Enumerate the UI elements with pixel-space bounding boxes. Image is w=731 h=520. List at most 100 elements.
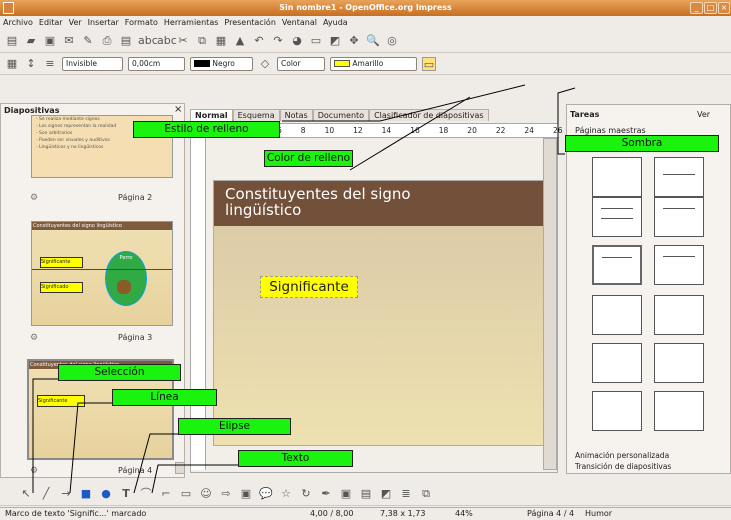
layout-title-only[interactable] [654,157,704,197]
slide-thumbnail-3[interactable]: Constituyentes del signo lingüístico Sig… [31,221,173,326]
cut-icon[interactable]: ✂ [176,34,190,48]
arrow-style-icon[interactable]: ↕ [24,57,38,71]
open-folder-icon[interactable]: ▰ [24,34,38,48]
format-paint-icon[interactable]: ▲ [233,34,247,48]
line-style-select[interactable]: Invisible [62,56,123,71]
layout-selected[interactable] [592,245,642,285]
maximize-button[interactable]: □ [704,2,717,14]
redo-icon[interactable]: ↷ [271,34,285,48]
align-icon[interactable]: ≣ [399,487,413,501]
layout-two-columns[interactable] [654,197,704,237]
undo-icon[interactable]: ↶ [252,34,266,48]
connector-icon[interactable]: ⌐ [159,487,173,501]
fontwork-icon[interactable]: ✒ [319,487,333,501]
copy-icon[interactable]: ⧉ [195,34,209,48]
block-arrows-icon[interactable]: ⇨ [219,487,233,501]
symbol-shapes-icon[interactable]: ☺ [199,487,213,501]
layout-text-chart[interactable] [654,343,704,383]
spellcheck-icon[interactable]: abc [138,34,158,48]
slide4-significante: Significante [37,395,85,407]
fill-color-select[interactable]: Amarillo [330,56,417,71]
layout-chart[interactable] [592,295,642,335]
print-icon[interactable]: ▤ [119,34,133,48]
close-button[interactable]: × [718,2,730,14]
menu-ver[interactable]: Ver [69,16,82,30]
panel-scroll-down[interactable] [175,462,185,474]
line-icon[interactable]: ≡ [43,57,57,71]
slide3-divider [32,269,172,270]
menu-formato[interactable]: Formato [125,16,158,30]
callout-shadow-text: Sombra [621,137,663,149]
edit-file-icon[interactable]: ✎ [81,34,95,48]
menu-ventana[interactable]: Ventanal [282,16,317,30]
significante-textbox[interactable]: Significante [260,276,358,298]
status-zoom[interactable]: 44% [455,508,485,519]
layout-title-centered[interactable] [654,245,704,285]
text-tool-icon[interactable]: T [119,487,133,501]
app-icon[interactable] [3,2,14,14]
tab-documento[interactable]: Documento [312,109,370,121]
extrusion-icon[interactable]: ◩ [379,487,393,501]
line-fill-toolbar: ▦ ↕ ≡ Invisible 0,00cm Negro ◇ Color Ama… [0,53,731,75]
zoom-icon[interactable]: 🔍 [366,34,380,48]
curve-icon[interactable]: ⌒ [139,487,153,501]
callouts-icon[interactable]: 💬 [259,487,273,501]
help-icon[interactable]: ◎ [385,34,399,48]
menu-ayuda[interactable]: Ayuda [323,16,348,30]
export-pdf-icon[interactable]: ⎙ [100,34,114,48]
ellipse-icon[interactable]: ● [99,487,113,501]
line-width-field[interactable]: 0,00cm [128,56,185,71]
flowchart-icon[interactable]: ▣ [239,487,253,501]
layout-chart-text[interactable] [654,391,704,431]
slide-transition-section[interactable]: Transición de diapositivas [575,462,671,471]
stars-icon[interactable]: ☆ [279,487,293,501]
menu-archivo[interactable]: Archivo [3,16,33,30]
select-arrow-icon[interactable]: ↖ [19,487,33,501]
email-icon[interactable]: ✉ [62,34,76,48]
arrow-line-icon[interactable]: → [59,487,73,501]
layout-blank[interactable] [592,157,642,197]
close-panel-icon[interactable]: × [174,104,182,115]
menu-insertar[interactable]: Insertar [88,16,119,30]
arrange-icon[interactable]: ⧉ [419,487,433,501]
shadow-button[interactable]: ▭ [422,56,436,71]
slide-canvas[interactable]: Constituyentes del signo lingüístico Sig… [213,180,545,446]
line-tool-icon[interactable]: ╱ [39,487,53,501]
save-icon[interactable]: ▣ [43,34,57,48]
show-draw-functions-icon[interactable]: ◩ [328,34,342,48]
layout-table[interactable] [654,295,704,335]
layout-text-image[interactable] [592,391,642,431]
fill-type-select[interactable]: Color [277,56,325,71]
paste-icon[interactable]: ▦ [214,34,228,48]
slide3-title: Constituyentes del signo lingüístico [32,222,172,230]
autospell-icon[interactable]: abc [157,34,177,48]
tasks-view-menu[interactable]: Ver [697,110,710,119]
tab-esquema[interactable]: Esquema [232,109,280,121]
minimize-button[interactable]: _ [690,2,703,14]
line-width-value: 0,00cm [132,58,161,68]
tab-notas[interactable]: Notas [279,109,313,121]
navigator-icon[interactable]: ✥ [347,34,361,48]
rotate-icon[interactable]: ↻ [299,487,313,501]
table-icon[interactable]: ▭ [309,34,323,48]
vertical-scrollbar[interactable] [543,138,557,470]
gallery-icon[interactable]: ▤ [359,487,373,501]
menu-presentacion[interactable]: Presentación [224,16,276,30]
standard-toolbar: ▤ ▰ ▣ ✉ ✎ ⎙ ▤ abc abc ✂ ⧉ ▦ ▲ ↶ ↷ ◕ ▭ ◩ … [0,30,731,53]
basic-shapes-icon[interactable]: ▭ [179,487,193,501]
new-document-icon[interactable]: ▤ [5,34,19,48]
custom-animation-section[interactable]: Animación personalizada [575,451,669,460]
layout-title-content[interactable] [592,197,642,237]
rectangle-icon[interactable]: ■ [79,487,93,501]
tab-clasificador[interactable]: Clasificador de diapositivas [369,109,489,121]
tab-normal[interactable]: Normal [190,109,233,121]
chart-icon[interactable]: ◕ [290,34,304,48]
fill-bucket-icon[interactable]: ◇ [258,57,272,71]
line-color-select[interactable]: Negro [190,56,253,71]
position-size-icon[interactable]: ▦ [5,57,19,71]
menu-editar[interactable]: Editar [39,16,63,30]
image-from-file-icon[interactable]: ▣ [339,487,353,501]
layout-image-text[interactable] [592,343,642,383]
master-pages-section[interactable]: Páginas maestras [575,126,646,135]
menu-herramientas[interactable]: Herramientas [164,16,219,30]
